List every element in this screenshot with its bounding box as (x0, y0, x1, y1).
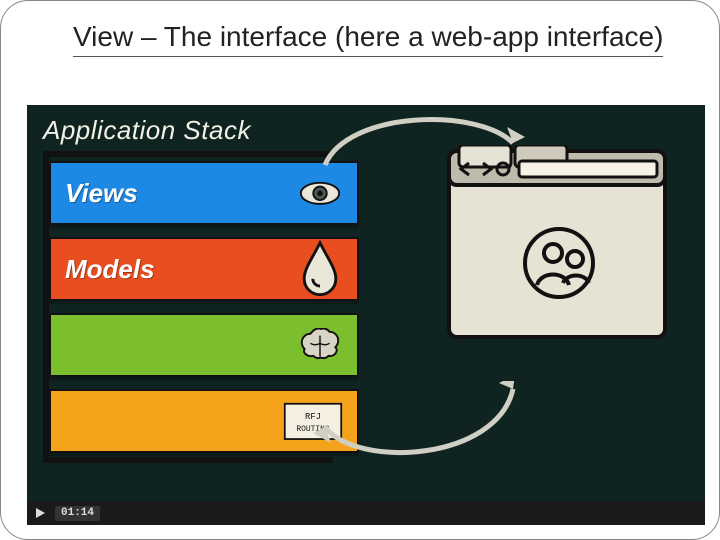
slide: View – The interface (here a web-app int… (0, 0, 720, 540)
layer-models: Models (49, 237, 359, 301)
application-stack: Views Models (43, 151, 333, 463)
play-icon[interactable] (33, 506, 47, 520)
slide-title: View – The interface (here a web-app int… (73, 19, 679, 57)
browser-window (445, 145, 673, 345)
address-bar (519, 161, 657, 177)
video-timecode: 01:14 (55, 506, 100, 521)
slide-title-text: View – The interface (here a web-app int… (73, 19, 663, 57)
layer-controller (49, 313, 359, 377)
brain-icon (297, 325, 343, 365)
embedded-video[interactable]: Application Stack Views Models (27, 105, 705, 525)
cycle-arrow-bottom (307, 381, 527, 477)
layer-label: Models (65, 254, 155, 285)
video-controls[interactable]: 01:14 (27, 501, 705, 525)
eye-icon (297, 173, 343, 213)
diagram-canvas: Application Stack Views Models (27, 105, 705, 501)
droplet-icon (297, 249, 343, 289)
diagram-heading: Application Stack (43, 115, 251, 146)
layer-label: Views (65, 178, 138, 209)
